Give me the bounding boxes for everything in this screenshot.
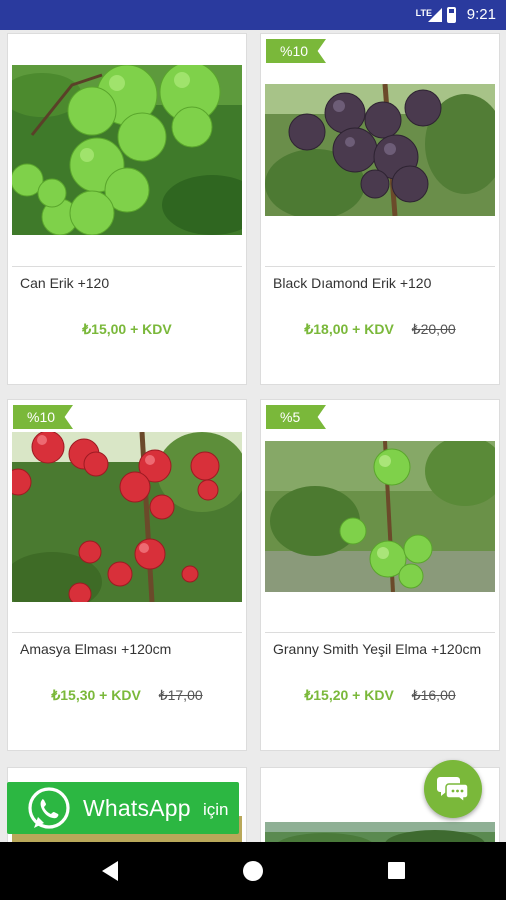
- price-row: ₺15,00 + KDV: [8, 321, 246, 338]
- product-name[interactable]: Can Erik +120: [20, 275, 238, 291]
- card-divider: [12, 632, 242, 633]
- product-price: ₺15,00 + KDV: [82, 321, 172, 337]
- product-image[interactable]: [12, 65, 242, 235]
- chat-button[interactable]: [424, 760, 482, 818]
- product-card[interactable]: Can Erik +120 ₺15,00 + KDV: [7, 33, 247, 385]
- price-row: ₺18,00 + KDV ₺20,00: [261, 321, 499, 338]
- product-card[interactable]: %5 Granny Smith Yeşil Elma +120cm ₺15,20…: [260, 399, 500, 751]
- product-name[interactable]: Granny Smith Yeşil Elma +120cm: [273, 641, 491, 657]
- navigation-bar: [0, 842, 506, 900]
- chat-bubbles-icon: [437, 777, 469, 803]
- product-grid: Can Erik +120 ₺15,00 + KDV %10 Black Dıa…: [0, 30, 506, 842]
- product-price: ₺15,20 + KDV: [304, 687, 394, 703]
- product-image[interactable]: [265, 822, 495, 842]
- whatsapp-button[interactable]: WhatsApp için: [7, 782, 239, 834]
- card-divider: [265, 266, 495, 267]
- recents-icon[interactable]: [388, 862, 405, 879]
- product-old-price: ₺17,00: [158, 687, 203, 703]
- whatsapp-label: WhatsApp: [83, 795, 191, 821]
- discount-badge: %10: [13, 405, 73, 429]
- battery-icon: [447, 7, 456, 23]
- product-price: ₺18,00 + KDV: [304, 321, 394, 337]
- card-divider: [265, 632, 495, 633]
- product-old-price: ₺16,00: [411, 687, 456, 703]
- price-row: ₺15,30 + KDV ₺17,00: [8, 687, 246, 704]
- back-icon[interactable]: [102, 861, 118, 881]
- price-row: ₺15,20 + KDV ₺16,00: [261, 687, 499, 704]
- product-image[interactable]: [265, 441, 495, 592]
- whatsapp-suffix: için: [203, 800, 229, 819]
- product-image[interactable]: [265, 84, 495, 216]
- product-price: ₺15,30 + KDV: [51, 687, 141, 703]
- product-card[interactable]: %10 Black Dıamond Erik +120 ₺18,00 + KDV…: [260, 33, 500, 385]
- status-bar: LTE 9:21: [0, 0, 506, 30]
- product-image[interactable]: [12, 432, 242, 602]
- home-icon[interactable]: [243, 861, 263, 881]
- whatsapp-icon: [25, 785, 73, 838]
- discount-badge: %10: [266, 39, 326, 63]
- product-name[interactable]: Black Dıamond Erik +120: [273, 275, 491, 291]
- discount-badge: %5: [266, 405, 326, 429]
- product-name[interactable]: Amasya Elması +120cm: [20, 641, 238, 657]
- card-divider: [12, 266, 242, 267]
- product-card[interactable]: %10 Amasya Elması +120cm ₺15,30 + KDV ₺1…: [7, 399, 247, 751]
- clock: 9:21: [466, 6, 496, 23]
- signal-icon: [428, 8, 442, 22]
- product-old-price: ₺20,00: [411, 321, 456, 337]
